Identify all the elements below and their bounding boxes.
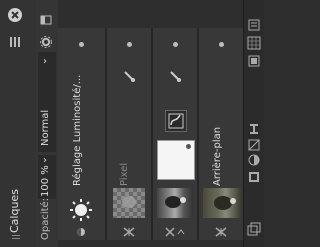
photo-thumbnail [157,188,193,218]
opacity-stepper[interactable]: › 100 % [38,155,56,199]
layers-list: Réglage Luminosité/... Pixel Arrière-pla… [58,28,244,240]
opacity-value: 100 % [40,165,51,197]
blend-mode-value: Normal [40,109,51,146]
layer-row[interactable] [153,28,197,240]
settings-gear-icon[interactable] [40,36,52,48]
layer-fx-expand-icon[interactable] [165,227,185,237]
layer-controls-strip: › Normal › 100 % Opacité: [36,0,58,247]
layer-name: Pixel [119,162,130,186]
adjustment-icon[interactable] [247,153,261,167]
fx-icon[interactable] [247,170,261,184]
new-layer-icon[interactable] [247,54,261,68]
blend-mode-dropdown[interactable]: › Normal [38,52,56,152]
visibility-dot-icon[interactable] [127,42,132,47]
layer-name: Réglage Luminosité/... [72,74,83,186]
layer-name: Arrière-plan [212,126,223,186]
mask-icon[interactable] [165,110,187,132]
layer-row[interactable]: Arrière-plan [199,28,244,240]
chevron-icon: › [43,56,47,67]
grid-icon[interactable] [247,36,261,50]
layer-fx-icon [215,227,227,237]
lock-brush-icon[interactable] [123,70,135,82]
visibility-dot-icon[interactable] [79,42,84,47]
left-panel-bar: Calques [0,0,36,247]
panel-list-icon[interactable] [247,18,261,32]
visibility-dot-icon[interactable] [173,42,178,47]
layer-fx-icon [123,227,135,237]
opacity-label: Opacité: [40,197,51,240]
panel-title[interactable]: Calques [8,189,21,233]
background-thumbnail [203,188,241,218]
layer-row[interactable]: Réglage Luminosité/... [58,28,105,240]
brightness-adjustment-icon [68,198,94,222]
close-panel-icon[interactable] [8,8,22,22]
layer-blend-icon [76,227,86,237]
panel-menu-icon[interactable] [9,36,21,48]
visibility-dot-icon[interactable] [219,42,224,47]
layer-options-icon[interactable] [40,14,52,26]
duplicate-icon[interactable] [247,222,261,236]
right-toolbar [243,0,264,247]
mask-add-icon[interactable] [247,138,261,152]
layer-row[interactable]: Pixel [107,28,151,240]
merge-icon[interactable] [247,122,261,136]
lock-brush-icon[interactable] [169,70,181,82]
pixel-thumbnail [113,188,145,218]
mask-thumbnail[interactable] [157,140,195,180]
panel-grip-icon[interactable] [12,234,20,240]
